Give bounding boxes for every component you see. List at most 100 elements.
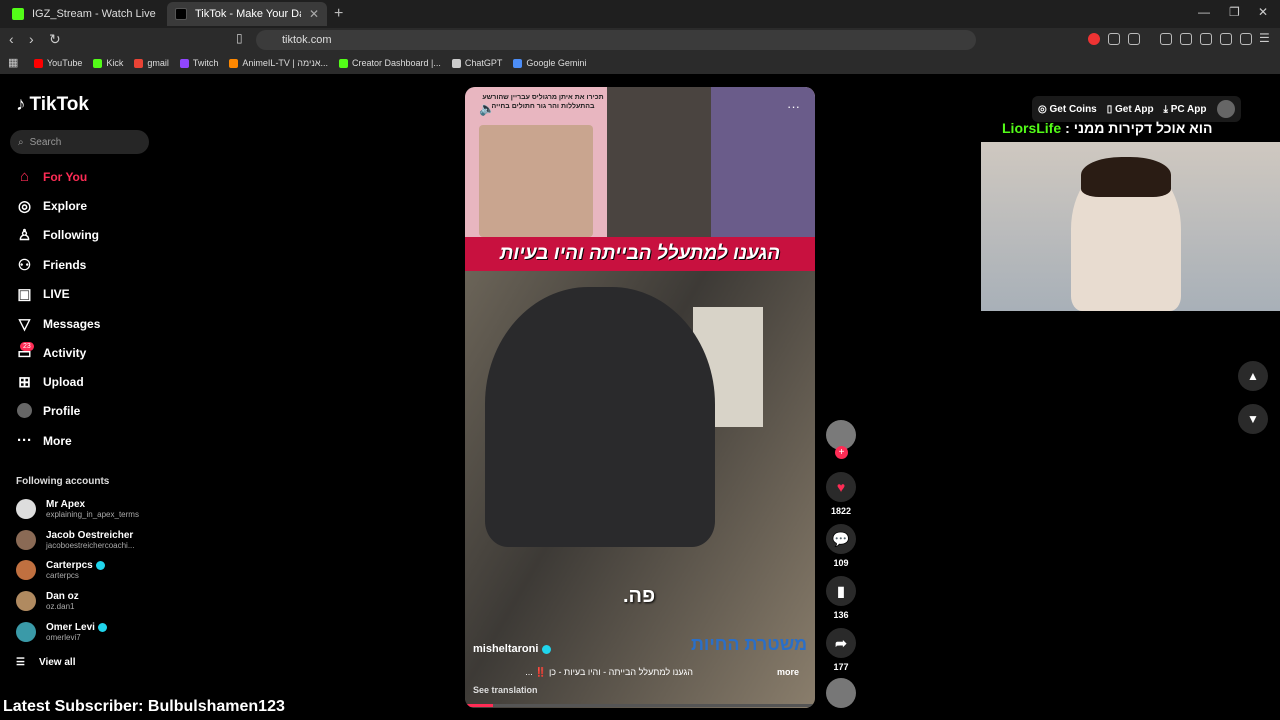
back-icon[interactable]: ‹	[9, 31, 14, 47]
search-placeholder: Search	[29, 136, 62, 148]
view-all-label: View all	[38, 657, 76, 668]
share-button[interactable]: ➦ 177	[826, 628, 856, 672]
nav-following[interactable]: ♙ Following	[16, 226, 99, 244]
url-bar[interactable]: tiktok.com	[256, 30, 976, 50]
bookmark-creator-dashboard[interactable]: Creator Dashboard |...	[339, 58, 441, 68]
ai-icon[interactable]	[1220, 33, 1232, 45]
video-player[interactable]: תכירו את איתן מרגוליס עבריין שהורשע בהתע…	[465, 87, 815, 708]
menu-icon[interactable]: ☰	[1259, 31, 1270, 45]
tiktok-favicon-icon	[175, 8, 187, 20]
tiktok-note-icon: ♪	[16, 94, 26, 115]
friends-icon: ⚇	[17, 256, 32, 274]
heart-icon: ♥	[826, 472, 856, 502]
following-accounts-title: Following accounts	[16, 476, 110, 487]
nav-for-you[interactable]: ⌂ For You	[16, 168, 87, 185]
chat-message: הוא אוכל דקירות ממני	[1073, 120, 1213, 136]
tab-kick-stream[interactable]: IGZ_Stream - Watch Live on Kick	[4, 2, 164, 26]
like-button[interactable]: ♥ 1822	[826, 472, 856, 516]
mute-icon[interactable]: 🔈	[479, 101, 495, 117]
tab-tiktok[interactable]: TikTok - Make Your Day ✕	[167, 2, 327, 26]
bookmark-youtube[interactable]: YouTube	[34, 58, 82, 68]
nav-explore[interactable]: ◎ Explore	[16, 197, 87, 215]
nav-label: For You	[43, 169, 88, 184]
following-icon: ♙	[17, 226, 32, 244]
shield-icon[interactable]	[1240, 33, 1252, 45]
account-name: Carterpcs	[46, 560, 93, 571]
comment-button[interactable]: 💬 109	[826, 524, 856, 568]
nav-more[interactable]: ··· More	[16, 432, 72, 449]
account-omer-levi[interactable]: Omer Levi omerlevi7	[16, 622, 107, 642]
next-video-button[interactable]: ▼	[1238, 404, 1268, 434]
nav-label: Upload	[43, 374, 84, 389]
music-icon[interactable]	[1160, 33, 1172, 45]
close-window-button[interactable]: ✕	[1258, 5, 1268, 19]
avatar	[16, 530, 36, 550]
bookmark-kick[interactable]: Kick	[93, 58, 123, 68]
account-carterpcs[interactable]: Carterpcs carterpcs	[16, 560, 105, 580]
forward-icon[interactable]: ›	[29, 31, 34, 47]
bookmark-icon[interactable]: ▯	[236, 31, 243, 45]
video-progress-fill	[465, 704, 493, 707]
account-handle: jacoboestreichercoachi...	[46, 541, 135, 550]
comment-count: 109	[833, 558, 849, 568]
follow-plus-icon[interactable]: +	[835, 446, 848, 459]
minimize-button[interactable]: —	[1198, 5, 1210, 19]
nav-label: Following	[43, 227, 99, 242]
nav-upload[interactable]: ⊞ Upload	[16, 373, 84, 391]
streamer-hair	[1081, 157, 1171, 197]
bookmark-gemini[interactable]: Google Gemini	[513, 58, 586, 68]
account-dan-oz[interactable]: Dan oz oz.dan1	[16, 591, 79, 611]
tiktok-logo[interactable]: ♪ TikTok	[16, 94, 89, 116]
video-progress-bar[interactable]	[465, 704, 815, 707]
caption-more-button[interactable]: more	[777, 667, 799, 677]
bookmark-label: Twitch	[192, 58, 219, 68]
new-tab-button[interactable]: +	[334, 5, 343, 23]
account-name: Jacob Oestreicher	[46, 530, 134, 541]
home-icon: ⌂	[19, 168, 30, 185]
music-disc-icon[interactable]	[826, 678, 856, 708]
compass-icon: ◎	[17, 197, 32, 215]
see-translation-button[interactable]: See translation	[473, 685, 538, 695]
nav-label: More	[43, 433, 72, 448]
save-button[interactable]: ▮ 136	[826, 576, 856, 620]
record-icon[interactable]	[1088, 33, 1100, 45]
nav-profile[interactable]: Profile	[16, 402, 80, 419]
video-watermark: משטרת החיות	[691, 634, 808, 654]
video-author[interactable]: misheltaroni	[473, 643, 552, 655]
apps-grid-icon[interactable]: ▦	[8, 56, 18, 69]
video-cat-image	[607, 87, 711, 237]
bookmark-animeil[interactable]: AnimeIL-TV | אנימה...	[229, 58, 328, 68]
sidebar-icon[interactable]	[1180, 33, 1192, 45]
nav-friends[interactable]: ⚇ Friends	[16, 256, 87, 274]
get-app-label: Get App	[1115, 103, 1154, 115]
video-options-icon[interactable]: ···	[787, 99, 800, 114]
bookmark-twitch[interactable]: Twitch	[179, 58, 219, 68]
account-mr-apex[interactable]: Mr Apex explaining_in_apex_terms	[16, 499, 139, 519]
search-input[interactable]: ⌕ Search	[10, 130, 149, 154]
nav-live[interactable]: ▣ LIVE	[16, 285, 69, 303]
bookmark-gmail[interactable]: gmail	[134, 58, 169, 68]
get-app-button[interactable]: ▯ Get App	[1107, 104, 1154, 115]
restore-button[interactable]: ❐	[1229, 5, 1240, 19]
pc-app-button[interactable]: ⤓ PC App	[1164, 104, 1207, 115]
logo-text: TikTok	[29, 94, 89, 115]
tab-title: TikTok - Make Your Day	[195, 8, 301, 20]
close-tab-icon[interactable]: ✕	[309, 7, 319, 21]
account-jacob-oestreicher[interactable]: Jacob Oestreicher jacoboestreichercoachi.…	[16, 530, 135, 550]
profile-icon	[16, 402, 33, 419]
user-avatar[interactable]	[1216, 100, 1235, 118]
wallet-icon[interactable]	[1200, 33, 1212, 45]
share-icon: ➦	[826, 628, 856, 658]
extension-icon[interactable]	[1128, 33, 1140, 45]
previous-video-button[interactable]: ▲	[1238, 361, 1268, 391]
view-all-button[interactable]: ☰ View all	[16, 657, 75, 668]
extensions-icon[interactable]	[1108, 33, 1120, 45]
chevron-down-icon: ▼	[1247, 412, 1259, 426]
video-headline: הגענו למתעלל הבייתה והיו בעיות	[465, 237, 815, 271]
nav-messages[interactable]: ▽ Messages	[16, 315, 101, 333]
kick-icon	[339, 58, 348, 68]
bookmark-chatgpt[interactable]: ChatGPT	[451, 58, 502, 68]
nav-label: Profile	[43, 403, 81, 418]
get-coins-button[interactable]: ◎ Get Coins	[1038, 104, 1097, 115]
reload-icon[interactable]: ↻	[49, 31, 61, 48]
